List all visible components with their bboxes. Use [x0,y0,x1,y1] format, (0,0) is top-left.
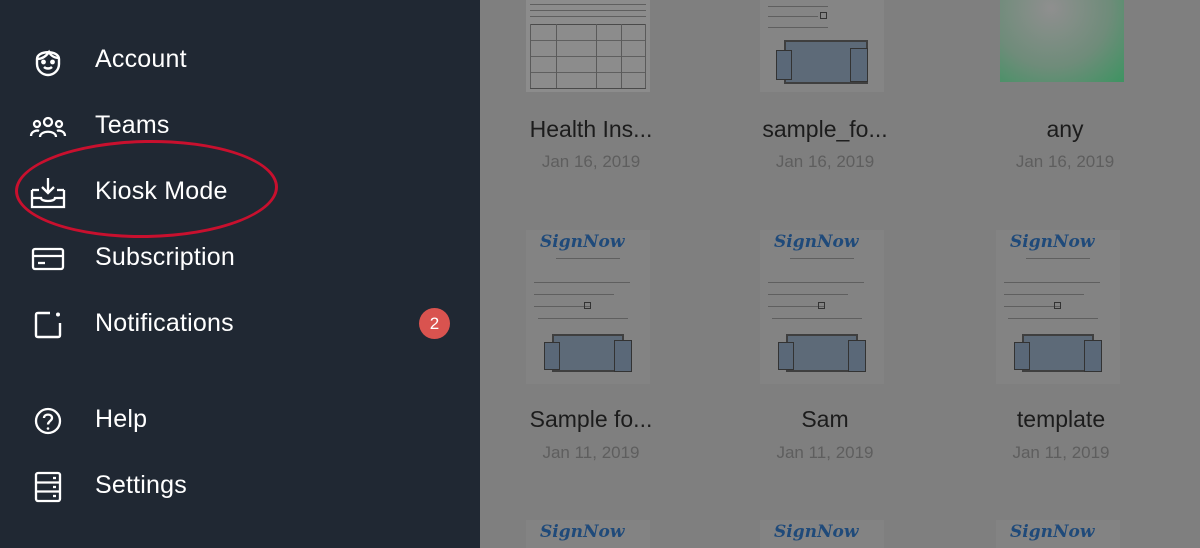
navigation-drawer: Account Teams Kiosk Mode Subscription No… [0,0,480,548]
help-icon [28,404,68,438]
menu-item-label: Subscription [95,243,235,271]
document-name: template [1016,406,1106,432]
menu-item-label: Settings [95,471,187,499]
document-date: Jan 11, 2019 [1012,443,1110,462]
kiosk-inbox-icon [28,176,68,210]
signnow-logo: SignNow [540,232,625,252]
document-date: Jan 11, 2019 [542,443,640,462]
menu-item-kiosk-mode[interactable]: Kiosk Mode [0,162,480,222]
account-icon [28,44,68,78]
signnow-logo: SignNow [1010,232,1095,252]
document-thumbnail: SignNow [526,520,650,548]
documents-grid: Health Ins... Jan 16, 2019 sample_fo... … [480,0,1200,548]
document-date: Jan 16, 2019 [1015,152,1115,171]
document-thumbnail: SignNow [760,520,884,548]
signnow-logo: SignNow [540,522,625,542]
document-date: Jan 16, 2019 [541,152,641,171]
menu-item-label: Kiosk Mode [95,177,228,205]
menu-item-subscription[interactable]: Subscription [0,228,480,288]
document-thumbnail: SignNow [760,230,884,384]
menu-item-account[interactable]: Account [0,30,480,90]
document-name: Sam [801,406,849,432]
notification-icon [28,308,68,342]
menu-item-help[interactable]: Help [0,390,480,450]
document-name: sample_fo... [762,116,888,142]
menu-item-label: Teams [95,111,170,139]
document-thumbnail [526,0,650,92]
document-thumbnail: SignNow [996,230,1120,384]
document-thumbnail [1000,0,1124,92]
document-date: Jan 16, 2019 [775,152,875,171]
notifications-count-badge: 2 [419,308,450,339]
signnow-logo: SignNow [774,522,859,542]
document-name: Health Ins... [529,116,653,142]
document-thumbnail: SignNow [996,520,1120,548]
menu-item-label: Account [95,45,187,73]
document-date: Jan 11, 2019 [776,443,874,462]
credit-card-icon [28,242,68,276]
menu-item-label: Help [95,405,148,433]
document-name: any [1046,116,1084,142]
document-name: Sample fo... [529,406,653,432]
menu-item-settings[interactable]: Settings [0,456,480,516]
signnow-logo: SignNow [1010,522,1095,542]
menu-item-label: Notifications [95,309,234,337]
settings-icon [28,470,68,504]
menu-item-notifications[interactable]: Notifications 2 [0,294,480,354]
document-thumbnail [760,0,884,92]
signnow-logo: SignNow [774,232,859,252]
menu-item-teams[interactable]: Teams [0,96,480,156]
teams-icon [28,110,68,144]
document-thumbnail: SignNow [526,230,650,384]
